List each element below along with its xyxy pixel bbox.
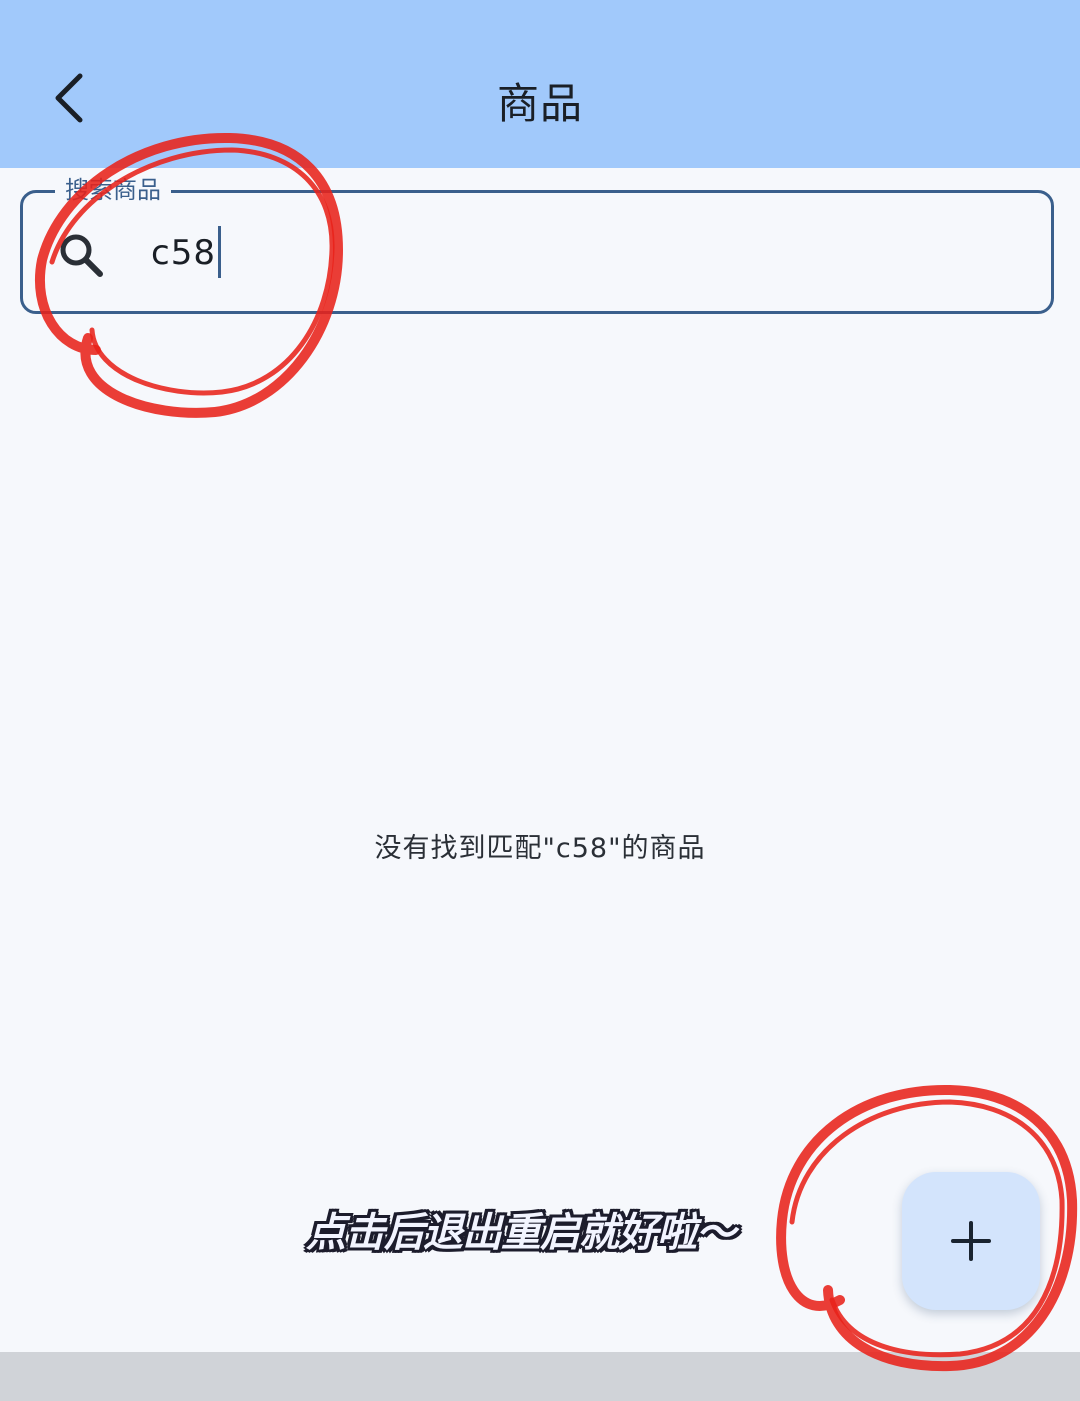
plus-icon — [951, 1221, 991, 1261]
page-title: 商品 — [496, 79, 583, 128]
annotation-caption: 点击后退出重启就好啦～ — [306, 1210, 736, 1256]
search-field-label: 搜索商品 — [55, 175, 171, 205]
add-product-button[interactable] — [902, 1172, 1040, 1310]
search-icon — [60, 234, 103, 277]
text-cursor — [217, 225, 221, 278]
empty-result-message: 没有找到匹配"c58"的商品 — [374, 833, 706, 864]
system-navigation-bar — [0, 1352, 1080, 1401]
search-input[interactable]: c58 — [151, 223, 221, 283]
app-bar: 商品 — [0, 0, 1080, 168]
search-field[interactable]: 搜索商品 c58 — [20, 175, 1054, 314]
search-input-value: c58 — [151, 233, 216, 273]
